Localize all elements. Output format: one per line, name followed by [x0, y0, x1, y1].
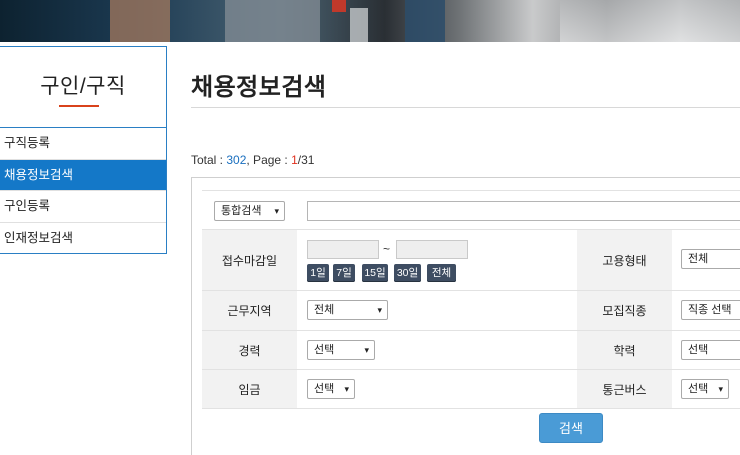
date-range-tilde: ~: [383, 242, 391, 256]
row-wage: 임금 선택 ▾ 통근버스 선택 ▾: [202, 370, 740, 409]
sidebar-item-job-seeker-register[interactable]: 구직등록: [0, 128, 166, 160]
sidebar: 구인/구직 구직등록 채용정보검색 구인등록 인재정보검색: [0, 46, 167, 254]
row-experience: 경력 선택 ▾ 학력 선택: [202, 331, 740, 370]
sidebar-title-underline: [59, 105, 99, 107]
search-scope-select[interactable]: 통합검색 ▾: [214, 201, 285, 221]
keyword-input[interactable]: [307, 201, 740, 221]
label-commute-bus: 통근버스: [577, 370, 672, 408]
range-all-button[interactable]: 전체: [427, 264, 456, 282]
employment-type-value: 전체: [688, 253, 709, 265]
label-employment-type: 고용형태: [577, 230, 672, 290]
job-type-value: 직종 선택: [688, 304, 732, 316]
chevron-down-icon: ▾: [718, 384, 723, 394]
chevron-down-icon: ▾: [377, 305, 382, 315]
label-region: 근무지역: [202, 291, 297, 330]
chevron-down-icon: ▾: [274, 206, 279, 216]
sidebar-header: 구인/구직: [0, 47, 166, 128]
wage-select[interactable]: 선택 ▾: [307, 379, 355, 399]
page-prefix: , Page :: [246, 153, 292, 167]
result-summary: Total : 302, Page : 1/31: [191, 153, 314, 167]
label-education: 학력: [577, 331, 672, 369]
search-form: 통합검색 ▾ 접수마감일 ~ 1일 7일 15일 30일 전체 고용형태 전체 …: [191, 177, 740, 455]
label-wage: 임금: [202, 370, 297, 408]
label-experience: 경력: [202, 331, 297, 369]
row-region: 근무지역 전체 ▾ 모집직종 직종 선택: [202, 291, 740, 331]
job-type-select[interactable]: 직종 선택: [681, 300, 740, 320]
search-button[interactable]: 검색: [539, 413, 603, 443]
label-deadline: 접수마감일: [202, 230, 297, 290]
range-15day-button[interactable]: 15일: [362, 264, 388, 282]
row-deadline: 접수마감일 ~ 1일 7일 15일 30일 전체 고용형태 전체: [202, 230, 740, 291]
employment-type-select[interactable]: 전체: [681, 249, 740, 269]
label-job-type: 모집직종: [577, 291, 672, 330]
education-value: 선택: [688, 344, 709, 356]
title-divider: [191, 107, 740, 108]
page-title: 채용정보검색: [191, 74, 327, 101]
date-from-input[interactable]: [307, 240, 379, 259]
range-1day-button[interactable]: 1일: [307, 264, 329, 282]
sidebar-item-talent-search[interactable]: 인재정보검색: [0, 223, 166, 255]
chevron-down-icon: ▾: [364, 345, 369, 355]
commute-bus-select[interactable]: 선택 ▾: [681, 379, 729, 399]
range-7day-button[interactable]: 7일: [333, 264, 355, 282]
total-count: 302: [226, 153, 247, 167]
experience-select[interactable]: 선택 ▾: [307, 340, 375, 360]
education-select[interactable]: 선택: [681, 340, 740, 360]
region-value: 전체: [314, 304, 335, 316]
current-page: 1: [291, 153, 298, 167]
wage-value: 선택: [314, 383, 335, 395]
total-pages: 31: [301, 153, 315, 167]
date-to-input[interactable]: [396, 240, 468, 259]
chevron-down-icon: ▾: [344, 384, 349, 394]
sidebar-item-job-search[interactable]: 채용정보검색: [0, 159, 166, 191]
keyword-row: 통합검색 ▾: [202, 190, 740, 230]
experience-value: 선택: [314, 344, 335, 356]
sidebar-item-job-offer-register[interactable]: 구인등록: [0, 191, 166, 223]
range-30day-button[interactable]: 30일: [394, 264, 421, 282]
search-scope-value: 통합검색: [221, 205, 262, 217]
header-banner-image: [0, 0, 740, 42]
sidebar-title: 구인/구직: [40, 75, 126, 98]
region-select[interactable]: 전체 ▾: [307, 300, 388, 320]
commute-bus-value: 선택: [688, 383, 709, 395]
total-prefix: Total :: [191, 153, 227, 167]
